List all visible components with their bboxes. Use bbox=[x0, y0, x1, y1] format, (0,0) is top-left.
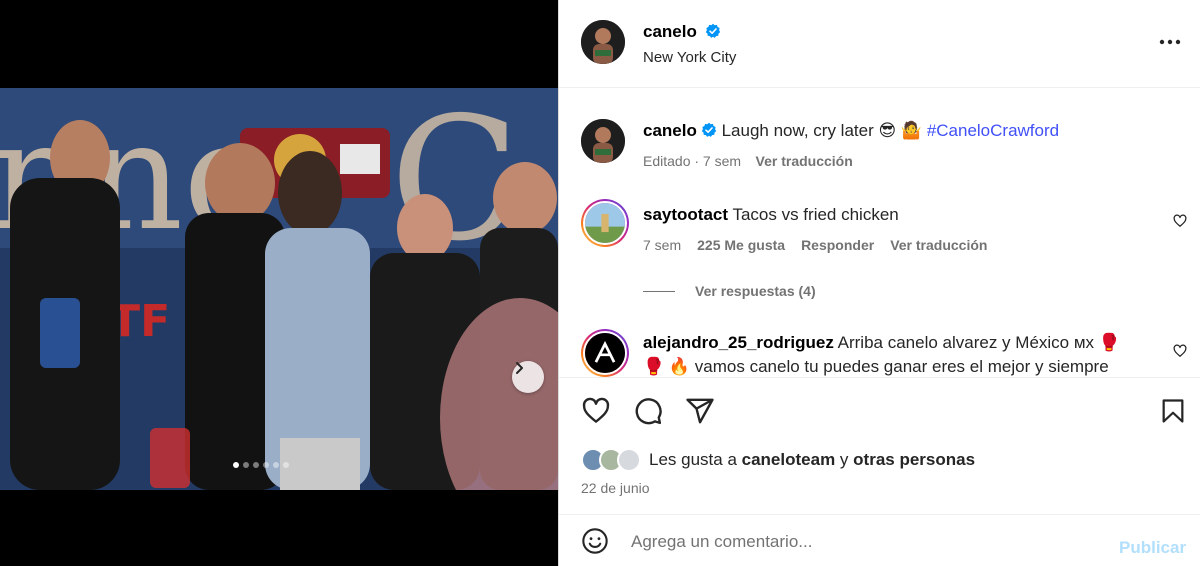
more-options-icon[interactable] bbox=[1159, 39, 1181, 45]
comment-text-line1: Arriba canelo alvarez y México мх 🥊 bbox=[837, 333, 1120, 352]
comment-avatar[interactable] bbox=[581, 199, 629, 247]
post-location[interactable]: New York City bbox=[643, 49, 736, 66]
likes-others-link[interactable]: otras personas bbox=[853, 450, 975, 469]
carousel-dot bbox=[273, 462, 279, 468]
comment-like-heart-icon[interactable] bbox=[1173, 344, 1187, 358]
comments-list[interactable]: canelo Laugh now, cry later 😎 🤷 #CaneloC… bbox=[559, 89, 1200, 377]
view-replies-label[interactable]: Ver respuestas (4) bbox=[695, 283, 816, 299]
replies-divider bbox=[643, 290, 675, 292]
liker-avatars bbox=[581, 448, 641, 472]
avatar-image bbox=[583, 201, 627, 245]
caption-avatar[interactable] bbox=[581, 119, 625, 163]
author-avatar[interactable] bbox=[581, 20, 625, 64]
avatar-image bbox=[583, 331, 627, 375]
publish-button[interactable]: Publicar bbox=[1119, 538, 1186, 558]
caption-meta: Editado · 7 sem bbox=[643, 153, 742, 169]
carousel-dot bbox=[243, 462, 249, 468]
caption-username[interactable]: canelo bbox=[643, 121, 697, 140]
bookmark-icon[interactable] bbox=[1159, 396, 1187, 426]
likes-summary[interactable]: Les gusta a caneloteam y otras personas bbox=[581, 448, 975, 472]
emoji-icon[interactable] bbox=[581, 527, 609, 555]
avatar-image bbox=[581, 119, 625, 163]
comment-translate-link[interactable]: Ver traducción bbox=[890, 237, 987, 253]
likes-text: Les gusta a caneloteam y otras personas bbox=[649, 450, 975, 470]
verified-badge-icon bbox=[706, 23, 721, 38]
carousel-dot bbox=[253, 462, 259, 468]
view-replies[interactable]: Ver respuestas (4) bbox=[643, 283, 816, 299]
author-username[interactable]: canelo bbox=[643, 22, 697, 41]
carousel-dots bbox=[233, 462, 289, 468]
heart-icon[interactable] bbox=[581, 396, 611, 426]
comment-text-line2: 🥊 🔥 vamos canelo tu puedes ganar eres el… bbox=[643, 357, 1109, 376]
likes-conjunction: y bbox=[839, 450, 849, 469]
carousel-dot bbox=[233, 462, 239, 468]
post-photo[interactable]: nno C ETF bbox=[0, 88, 558, 490]
media-pane: nno C ETF bbox=[0, 0, 558, 566]
comment-icon[interactable] bbox=[633, 396, 663, 426]
comment-text: Tacos vs fried chicken bbox=[732, 205, 899, 224]
comment-input[interactable] bbox=[631, 529, 1091, 555]
carousel-dot bbox=[283, 462, 289, 468]
share-icon[interactable] bbox=[685, 396, 715, 426]
post-details-panel: canelo New York City canelo Laugh now, c… bbox=[558, 0, 1200, 566]
caption-text: Laugh now, cry later 😎 🤷 bbox=[721, 121, 923, 140]
comment-username[interactable]: alejandro_25_rodriguez bbox=[643, 333, 834, 352]
comment-likes-count[interactable]: 225 Me gusta bbox=[697, 237, 785, 253]
comment-reply-button[interactable]: Responder bbox=[801, 237, 874, 253]
caption-hashtag[interactable]: #CaneloCrawford bbox=[927, 121, 1059, 140]
avatar-image bbox=[581, 20, 625, 64]
post-modal: nno C ETF canelo New York City canelo La… bbox=[0, 0, 1200, 566]
liker-avatar bbox=[617, 448, 641, 472]
chevron-right-icon bbox=[516, 362, 523, 374]
comment-time: 7 sem bbox=[643, 237, 682, 253]
post-header: canelo New York City bbox=[559, 0, 1200, 88]
carousel-dot bbox=[263, 462, 269, 468]
carousel-next-button[interactable] bbox=[512, 361, 544, 393]
caption-translate-link[interactable]: Ver traducción bbox=[756, 153, 853, 169]
post-actions: Les gusta a caneloteam y otras personas … bbox=[559, 377, 1200, 514]
post-date[interactable]: 22 de junio bbox=[581, 480, 650, 496]
likes-user-link[interactable]: caneloteam bbox=[742, 450, 836, 469]
press-conference-image: nno C ETF bbox=[0, 88, 558, 490]
comment-like-heart-icon[interactable] bbox=[1173, 214, 1187, 228]
comment-avatar[interactable] bbox=[581, 329, 629, 377]
verified-badge-icon bbox=[701, 122, 717, 137]
comment-composer: Publicar bbox=[559, 514, 1200, 566]
likes-prefix: Les gusta a bbox=[649, 450, 737, 469]
comment-username[interactable]: saytootact bbox=[643, 205, 728, 224]
